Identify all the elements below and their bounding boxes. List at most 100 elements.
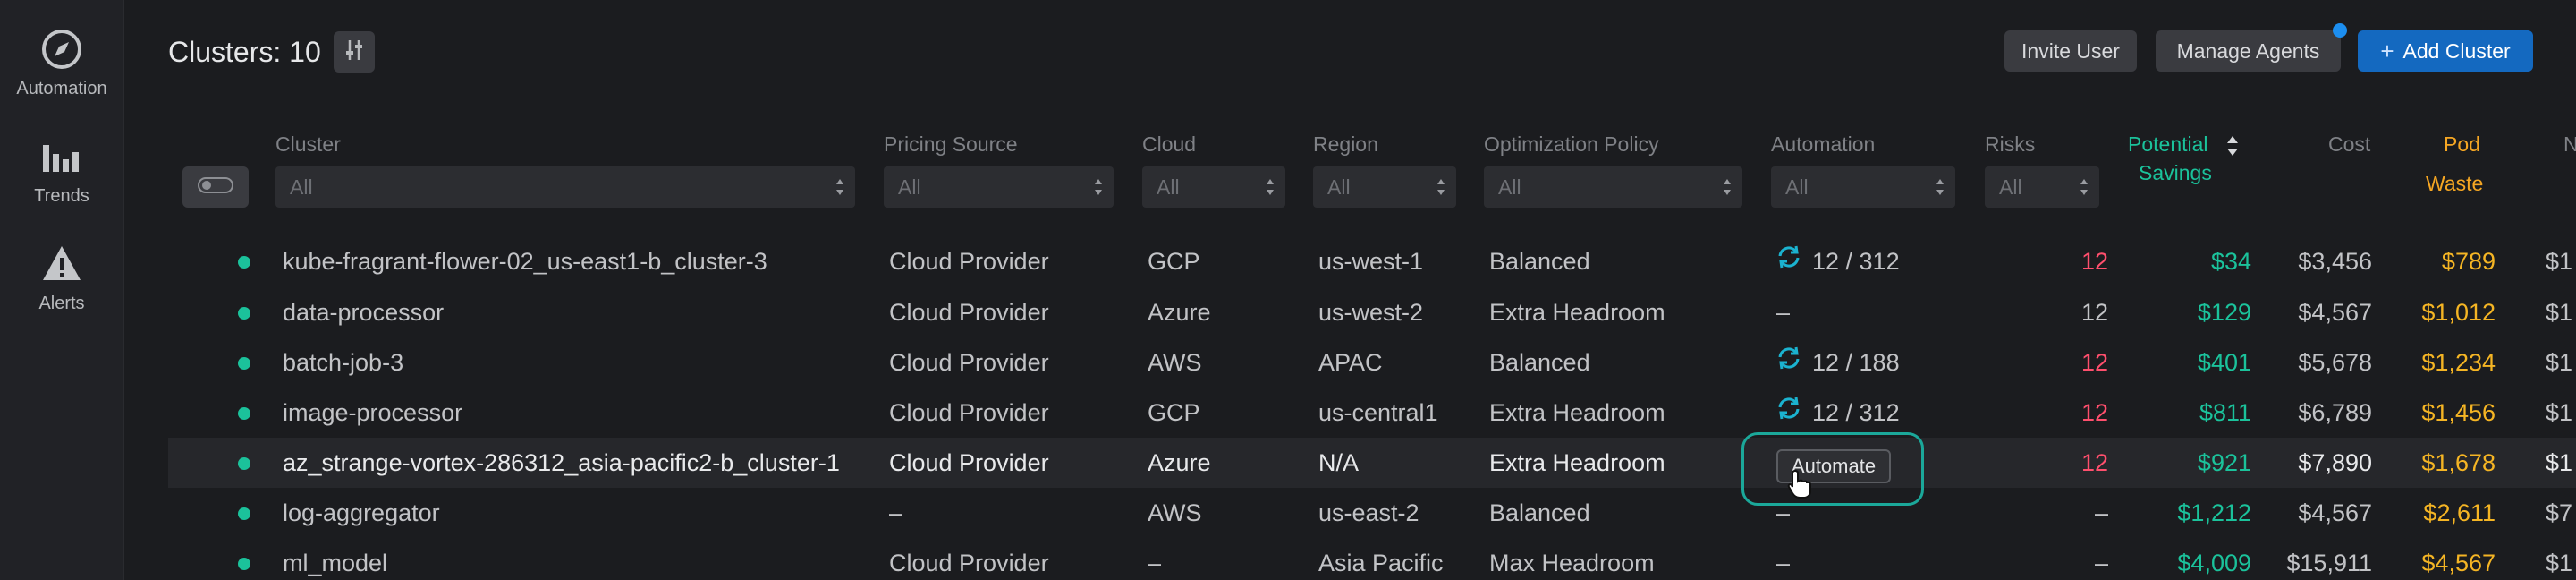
cell-next: $1: [2546, 399, 2573, 426]
column-header-potential-savings[interactable]: Potential Savings: [2120, 132, 2245, 190]
column-header-pricing-source[interactable]: Pricing Source: [884, 132, 1018, 157]
potential-savings-label-line2: Savings: [2139, 161, 2212, 184]
cloud-filter-select[interactable]: All: [1142, 166, 1285, 208]
warning-icon: [0, 242, 123, 286]
table-row[interactable]: kube-fragrant-flower-02_us-east1-b_clust…: [168, 236, 2576, 286]
cell-automation: 12 / 312: [1776, 236, 1900, 286]
pricing-source-filter-select[interactable]: All: [884, 166, 1114, 208]
cell-automation: 12 / 188: [1776, 337, 1900, 388]
cell-next: $7: [2546, 499, 2573, 526]
notification-dot: [2333, 23, 2347, 38]
bar-chart-icon: [0, 134, 123, 179]
hand-cursor-icon: [1787, 469, 1812, 504]
cell-cluster[interactable]: az_strange-vortex-286312_asia-pacific2-b…: [283, 438, 840, 488]
table-row[interactable]: data-processor Cloud Provider Azure us-west…: [168, 287, 2576, 337]
cell-cloud: Azure: [1148, 449, 1211, 476]
cell-cluster[interactable]: batch-job-3: [283, 337, 403, 388]
risks-filter-select[interactable]: All: [1985, 166, 2099, 208]
sidebar-item-trends[interactable]: Trends: [0, 134, 123, 224]
cell-automation: –: [1776, 538, 1790, 580]
sidebar-item-label: Alerts: [38, 294, 85, 313]
sidebar-item-label: Automation: [16, 79, 107, 98]
status-dot: [238, 457, 250, 470]
select-caret-icon: [1094, 176, 1103, 198]
cell-next: $1: [2546, 248, 2573, 275]
column-header-cloud[interactable]: Cloud: [1142, 132, 1196, 157]
table-row[interactable]: batch-job-3 Cloud Provider AWS APAC Balanced…: [168, 337, 2576, 388]
page-header: Clusters: 10: [168, 31, 375, 72]
cell-cluster[interactable]: data-processor: [283, 287, 444, 337]
cell-waste: $789: [2441, 248, 2496, 275]
cell-cloud: AWS: [1148, 499, 1202, 526]
cell-next: $1: [2546, 349, 2573, 376]
cell-cluster[interactable]: ml_model: [283, 538, 387, 580]
cell-cluster[interactable]: kube-fragrant-flower-02_us-east1-b_clust…: [283, 236, 767, 286]
automation-filter-select[interactable]: All: [1771, 166, 1955, 208]
cell-cloud: GCP: [1148, 248, 1200, 275]
pricing-source-filter-value: All: [898, 175, 921, 199]
cell-next: $1: [2546, 299, 2573, 326]
cell-region: APAC: [1318, 349, 1383, 376]
potential-savings-label-line1: Potential: [2128, 132, 2208, 156]
cluster-filter-value: All: [290, 175, 313, 199]
cell-region: N/A: [1318, 449, 1360, 476]
cloud-filter-value: All: [1157, 175, 1180, 199]
column-header-pod-waste-line1[interactable]: Pod: [2444, 132, 2480, 157]
status-dot: [238, 307, 250, 320]
table-row[interactable]: ml_model Cloud Provider – Asia Pacific Max H…: [168, 538, 2576, 580]
region-filter-value: All: [1327, 175, 1351, 199]
sidebar-item-label: Trends: [34, 186, 89, 206]
status-dot: [238, 407, 250, 420]
cell-policy: Extra Headroom: [1489, 299, 1665, 326]
cell-cluster[interactable]: image-processor: [283, 388, 462, 438]
manage-agents-button[interactable]: Manage Agents: [2156, 30, 2341, 72]
cell-region: us-central1: [1318, 399, 1438, 426]
table-row[interactable]: az_strange-vortex-286312_asia-pacific2-b…: [168, 438, 2576, 488]
column-header-region[interactable]: Region: [1313, 132, 1378, 157]
cell-policy: Max Headroom: [1489, 550, 1655, 576]
region-filter-select[interactable]: All: [1313, 166, 1456, 208]
cell-pricing: Cloud Provider: [889, 399, 1049, 426]
cell-waste: $1,234: [2421, 349, 2496, 376]
column-header-optimization-policy[interactable]: Optimization Policy: [1484, 132, 1659, 157]
column-header-cluster[interactable]: Cluster: [275, 132, 341, 157]
column-header-risks[interactable]: Risks: [1985, 132, 2035, 157]
automation-value: –: [1776, 299, 1791, 326]
sort-icon: [2226, 134, 2239, 162]
column-header-automation[interactable]: Automation: [1771, 132, 1875, 157]
cell-automation: –: [1776, 287, 1790, 337]
cell-next: $1: [2546, 550, 2573, 576]
cell-policy: Balanced: [1489, 499, 1590, 526]
automation-value: 12 / 188: [1812, 349, 1900, 376]
select-all-toggle[interactable]: [182, 166, 249, 208]
sidebar-item-alerts[interactable]: Alerts: [0, 242, 123, 331]
cell-automation: 12 / 312: [1776, 388, 1900, 438]
cell-waste: $1,456: [2421, 399, 2496, 426]
optimization-policy-filter-select[interactable]: All: [1484, 166, 1742, 208]
compass-icon: [0, 27, 123, 72]
cell-waste: $1,678: [2421, 449, 2496, 476]
filter-settings-button[interactable]: [333, 31, 375, 72]
invite-user-button[interactable]: Invite User: [2004, 30, 2137, 72]
cell-pricing: Cloud Provider: [889, 349, 1049, 376]
sliders-icon: [344, 38, 364, 66]
cell-cluster[interactable]: log-aggregator: [283, 488, 440, 538]
table-row[interactable]: image-processor Cloud Provider GCP us-centr…: [168, 388, 2576, 438]
cluster-filter-select[interactable]: All: [275, 166, 855, 208]
cell-region: us-west-2: [1318, 299, 1424, 326]
plus-icon: +: [2380, 37, 2394, 64]
cell-pricing: Cloud Provider: [889, 449, 1049, 476]
add-cluster-label: Add Cluster: [2402, 38, 2511, 63]
cell-policy: Balanced: [1489, 349, 1590, 376]
cell-pricing: –: [889, 499, 903, 526]
sidebar-item-automation[interactable]: Automation: [0, 27, 123, 116]
table-row[interactable]: log-aggregator – AWS us-east-2 Balanced – – $1,…: [168, 488, 2576, 538]
cell-policy: Extra Headroom: [1489, 399, 1665, 426]
column-header-cost[interactable]: Cost: [2328, 132, 2370, 157]
cell-region: us-east-2: [1318, 499, 1419, 526]
optimization-policy-filter-value: All: [1498, 175, 1521, 199]
status-dot: [238, 256, 250, 269]
add-cluster-button[interactable]: + Add Cluster: [2358, 30, 2533, 72]
column-header-pod-waste-line2[interactable]: Waste: [2426, 172, 2483, 196]
cell-region: Asia Pacific: [1318, 550, 1444, 576]
